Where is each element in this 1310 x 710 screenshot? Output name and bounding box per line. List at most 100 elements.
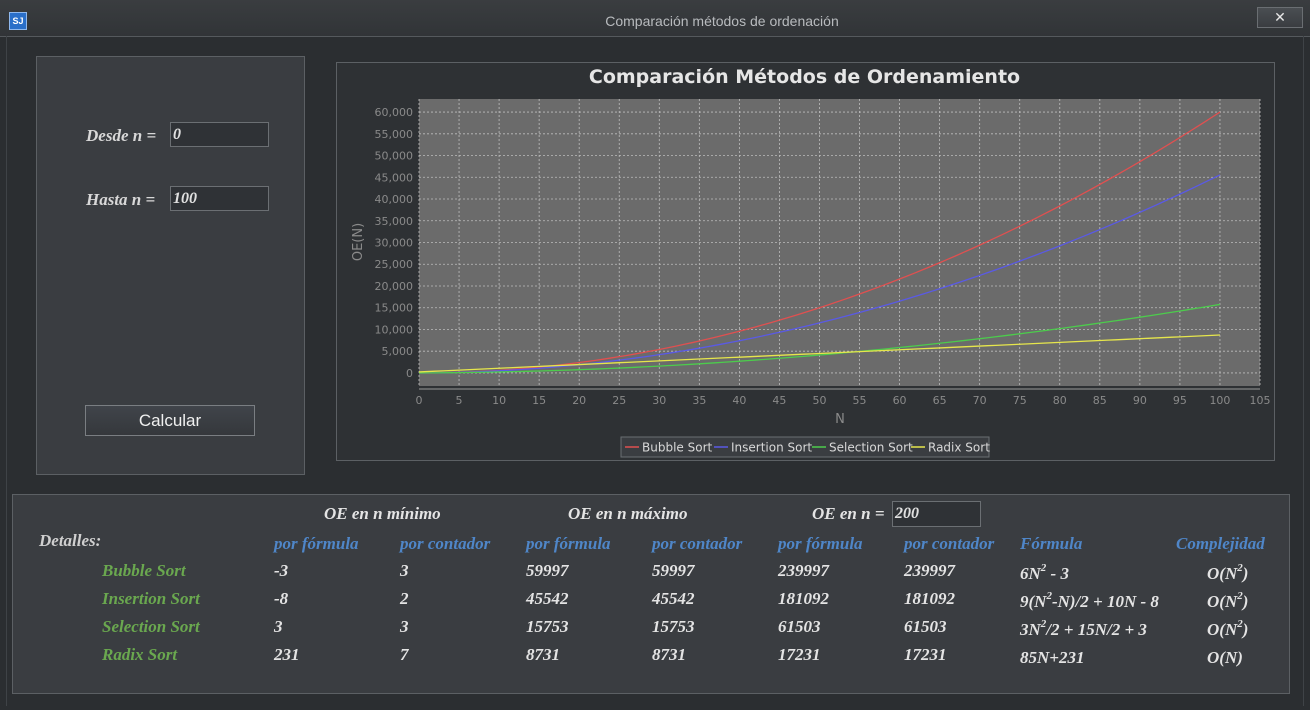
y-tick-label: 55,000: [375, 128, 414, 141]
x-tick-label: 25: [612, 394, 626, 407]
complexity-pre-part: O(N: [1207, 620, 1238, 639]
x-tick-label: 75: [1013, 394, 1027, 407]
complexity-post-part: ): [1242, 620, 1249, 639]
x-tick-label: 0: [416, 394, 423, 407]
details-label: Detalles:: [39, 531, 102, 550]
min-formula-header: por fórmula: [274, 534, 359, 553]
max-formula-value: 59997: [526, 561, 569, 580]
x-tick-label: 30: [652, 394, 666, 407]
max-formula-header: por fórmula: [526, 534, 611, 553]
complexity-value: O(N2): [1207, 590, 1248, 612]
max-formula-value: 45542: [526, 589, 569, 608]
group-max-header: OE en n máximo: [568, 504, 688, 523]
max-formula-value: 15753: [526, 617, 569, 636]
y-tick-label: 5,000: [382, 345, 414, 358]
formula-value: 6N2 - 3: [1020, 562, 1069, 584]
complexity-post-part: ): [1242, 592, 1249, 611]
algorithm-name: Radix Sort: [102, 645, 178, 664]
x-tick-label: 5: [456, 394, 463, 407]
n-counter-header: por contador: [904, 534, 995, 553]
formula-post-part: -N)/2 + 10N - 8: [1051, 592, 1159, 611]
x-tick-label: 45: [772, 394, 786, 407]
x-axis-label: N: [835, 412, 845, 427]
x-tick-label: 50: [812, 394, 826, 407]
n-formula-value: 239997: [778, 561, 829, 580]
x-tick-label: 55: [853, 394, 867, 407]
x-tick-label: 35: [692, 394, 706, 407]
formula-header: Fórmula: [1020, 534, 1083, 553]
legend-label: Radix Sort: [928, 441, 990, 455]
legend-label: Selection Sort: [829, 441, 913, 455]
n-formula-value: 181092: [778, 589, 829, 608]
algorithm-name: Selection Sort: [102, 617, 200, 636]
formula-pre-part: 6N: [1020, 564, 1041, 583]
max-formula-value: 8731: [526, 645, 560, 664]
x-tick-label: 85: [1093, 394, 1107, 407]
n-counter-value: 17231: [904, 645, 947, 664]
y-tick-label: 10,000: [375, 323, 414, 336]
n-counter-value: 61503: [904, 617, 947, 636]
min-counter-header: por contador: [400, 534, 491, 553]
min-counter-value: 3: [400, 561, 409, 580]
x-tick-label: 10: [492, 394, 506, 407]
n-formula-value: 17231: [778, 645, 821, 664]
complexity-value: O(N2): [1207, 618, 1248, 640]
complexity-header: Complejidad: [1176, 534, 1265, 553]
max-counter-value: 59997: [652, 561, 695, 580]
x-tick-label: 100: [1209, 394, 1230, 407]
x-tick-label: 80: [1053, 394, 1067, 407]
y-tick-label: 20,000: [375, 280, 414, 293]
formula-value: 3N2/2 + 15N/2 + 3: [1020, 618, 1147, 640]
x-tick-label: 20: [572, 394, 586, 407]
formula-value: 85N+231: [1020, 646, 1084, 668]
algorithm-name: Bubble Sort: [102, 561, 186, 580]
complexity-post-part: ): [1242, 564, 1249, 583]
x-tick-label: 90: [1133, 394, 1147, 407]
min-formula-value: -3: [274, 561, 289, 580]
n-formula-header: por fórmula: [778, 534, 863, 553]
formula-pre-part: 85N+231: [1020, 648, 1085, 667]
min-formula-value: -8: [274, 589, 289, 608]
max-counter-value: 15753: [652, 617, 695, 636]
y-tick-label: 45,000: [375, 171, 414, 184]
x-tick-label: 70: [973, 394, 987, 407]
complexity-pre-part: O(N: [1207, 592, 1238, 611]
min-formula-value: 231: [274, 645, 300, 664]
y-tick-label: 35,000: [375, 215, 414, 228]
complexity-pre-part: O(N: [1207, 564, 1238, 583]
complexity-value: O(N2): [1207, 562, 1248, 584]
legend-label: Insertion Sort: [731, 441, 812, 455]
y-axis-label: OE(N): [351, 223, 366, 261]
formula-value: 9(N2-N)/2 + 10N - 8: [1020, 590, 1159, 612]
formula-pre-part: 9(N: [1020, 592, 1047, 611]
complexity-pre-part: O(N): [1207, 648, 1243, 667]
min-counter-value: 7: [400, 645, 409, 664]
n-formula-value: 61503: [778, 617, 821, 636]
min-counter-value: 2: [400, 589, 409, 608]
formula-post-part: - 3: [1046, 564, 1069, 583]
y-tick-label: 0: [406, 367, 413, 380]
max-counter-value: 8731: [652, 645, 686, 664]
x-tick-label: 40: [732, 394, 746, 407]
formula-pre-part: 3N: [1020, 620, 1041, 639]
y-tick-label: 50,000: [375, 150, 414, 163]
x-tick-label: 65: [933, 394, 947, 407]
min-counter-value: 3: [400, 617, 409, 636]
n-counter-value: 239997: [904, 561, 955, 580]
algorithm-name: Insertion Sort: [102, 589, 200, 608]
x-tick-label: 60: [893, 394, 907, 407]
group-n-header: OE en n =: [812, 504, 885, 523]
y-tick-label: 40,000: [375, 193, 414, 206]
n-value-input[interactable]: 200: [892, 501, 981, 527]
y-tick-label: 30,000: [375, 237, 414, 250]
y-tick-label: 15,000: [375, 302, 414, 315]
max-counter-value: 45542: [652, 589, 695, 608]
formula-post-part: /2 + 15N/2 + 3: [1046, 620, 1147, 639]
x-tick-label: 95: [1173, 394, 1187, 407]
legend-label: Bubble Sort: [642, 441, 712, 455]
x-tick-label: 15: [532, 394, 546, 407]
max-counter-header: por contador: [652, 534, 743, 553]
y-tick-label: 25,000: [375, 258, 414, 271]
n-counter-value: 181092: [904, 589, 955, 608]
group-min-header: OE en n mínimo: [324, 504, 441, 523]
